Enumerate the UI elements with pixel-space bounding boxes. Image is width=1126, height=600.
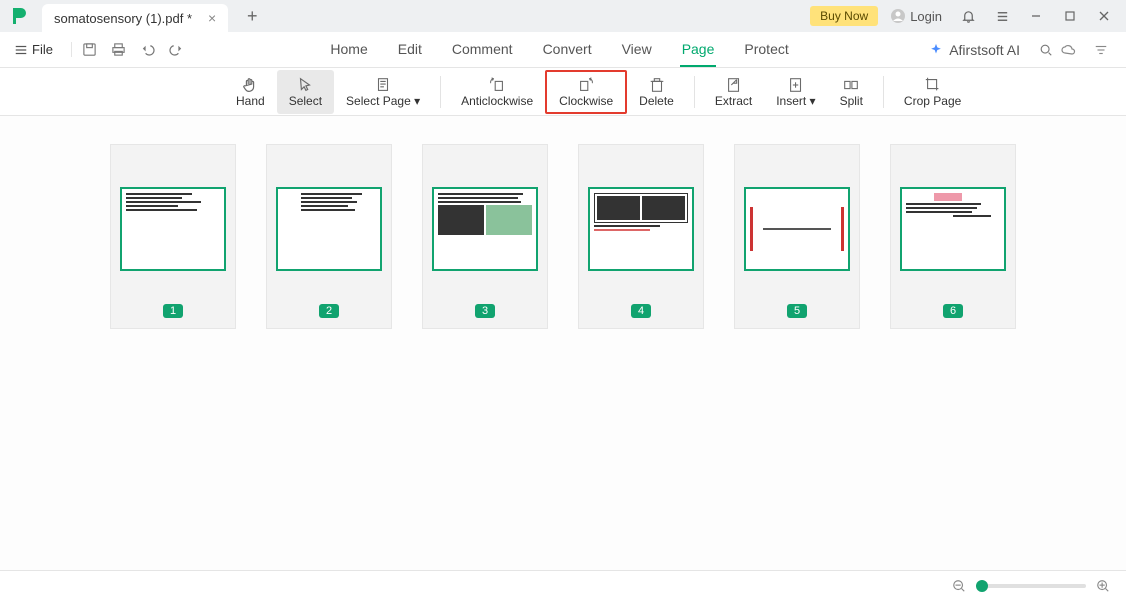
page-thumbnail[interactable]: 3 — [422, 144, 548, 329]
page-number-badge: 6 — [943, 304, 963, 318]
close-window-icon[interactable] — [1090, 2, 1118, 30]
page-number-badge: 5 — [787, 304, 807, 318]
menu-comment[interactable]: Comment — [450, 33, 515, 67]
maximize-icon[interactable] — [1056, 2, 1084, 30]
menu-edit[interactable]: Edit — [396, 33, 424, 67]
split-tool[interactable]: Split — [828, 70, 875, 114]
divider — [440, 76, 441, 108]
menu-view[interactable]: View — [620, 33, 654, 67]
crop-page-tool[interactable]: Crop Page — [892, 70, 973, 114]
zoom-in-icon[interactable] — [1096, 579, 1110, 593]
cloud-icon[interactable] — [1060, 42, 1076, 58]
divider — [883, 76, 884, 108]
crop-icon — [924, 76, 942, 94]
extract-icon — [725, 76, 743, 94]
slider-knob[interactable] — [976, 580, 988, 592]
new-tab-button[interactable]: + — [242, 6, 262, 27]
split-icon — [842, 76, 860, 94]
divider — [694, 76, 695, 108]
page-grid: 1 2 3 4 5 6 — [0, 116, 1126, 570]
bell-icon[interactable] — [954, 2, 982, 30]
page-toolbar: Hand Select Select Page ▾ Anticlockwise … — [0, 68, 1126, 116]
rotate-left-icon — [488, 76, 506, 94]
zoom-out-icon[interactable] — [952, 579, 966, 593]
page-thumbnail[interactable]: 5 — [734, 144, 860, 329]
menu-page[interactable]: Page — [680, 33, 717, 67]
save-icon[interactable] — [82, 42, 97, 57]
hand-tool[interactable]: Hand — [224, 70, 277, 114]
page-number-badge: 3 — [475, 304, 495, 318]
status-bar — [0, 570, 1126, 600]
trash-icon — [648, 76, 666, 94]
redo-icon[interactable] — [169, 42, 184, 57]
thumb-preview — [900, 187, 1006, 271]
page-thumbnail[interactable]: 6 — [890, 144, 1016, 329]
minimize-icon[interactable] — [1022, 2, 1050, 30]
file-menu[interactable]: File — [8, 42, 59, 57]
thumb-preview — [120, 187, 226, 271]
menu-convert[interactable]: Convert — [541, 33, 594, 67]
buy-now-button[interactable]: Buy Now — [810, 6, 878, 26]
select-tool[interactable]: Select — [277, 70, 334, 114]
list-icon[interactable] — [1094, 43, 1108, 57]
main-menu: Home Edit Comment Convert View Page Prot… — [328, 33, 790, 67]
login-button[interactable]: Login — [884, 8, 948, 24]
zoom-slider[interactable] — [976, 584, 1086, 588]
hand-icon — [241, 76, 259, 94]
rotate-right-icon — [577, 76, 595, 94]
page-select-icon — [374, 76, 392, 94]
delete-tool[interactable]: Delete — [627, 70, 686, 114]
insert-icon — [787, 76, 805, 94]
anticlockwise-tool[interactable]: Anticlockwise — [449, 70, 545, 114]
search-icon[interactable] — [1032, 36, 1060, 64]
menu-protect[interactable]: Protect — [742, 33, 790, 67]
page-number-badge: 1 — [163, 304, 183, 318]
extract-tool[interactable]: Extract — [703, 70, 764, 114]
menu-icon[interactable] — [988, 2, 1016, 30]
page-number-badge: 4 — [631, 304, 651, 318]
menu-bar: File Home Edit Comment Convert View Page… — [0, 32, 1126, 68]
app-logo-icon — [8, 5, 30, 27]
insert-tool[interactable]: Insert ▾ — [764, 70, 827, 114]
page-thumbnail[interactable]: 1 — [110, 144, 236, 329]
page-thumbnail[interactable]: 2 — [266, 144, 392, 329]
title-bar: somatosensory (1).pdf * × + Buy Now Logi… — [0, 0, 1126, 32]
menu-home[interactable]: Home — [328, 33, 369, 67]
thumb-preview — [432, 187, 538, 271]
close-tab-icon[interactable]: × — [208, 10, 216, 26]
page-thumbnail[interactable]: 4 — [578, 144, 704, 329]
thumb-preview — [744, 187, 850, 271]
tab-title: somatosensory (1).pdf * — [54, 11, 192, 26]
page-number-badge: 2 — [319, 304, 339, 318]
ai-button[interactable]: Afirstsoft AI — [917, 42, 1032, 58]
thumb-preview — [276, 187, 382, 271]
undo-icon[interactable] — [140, 42, 155, 57]
document-tab[interactable]: somatosensory (1).pdf * × — [42, 4, 228, 32]
select-page-tool[interactable]: Select Page ▾ — [334, 70, 432, 114]
clockwise-tool[interactable]: Clockwise — [545, 70, 627, 114]
cursor-icon — [296, 76, 314, 94]
thumb-preview — [588, 187, 694, 271]
print-icon[interactable] — [111, 42, 126, 57]
